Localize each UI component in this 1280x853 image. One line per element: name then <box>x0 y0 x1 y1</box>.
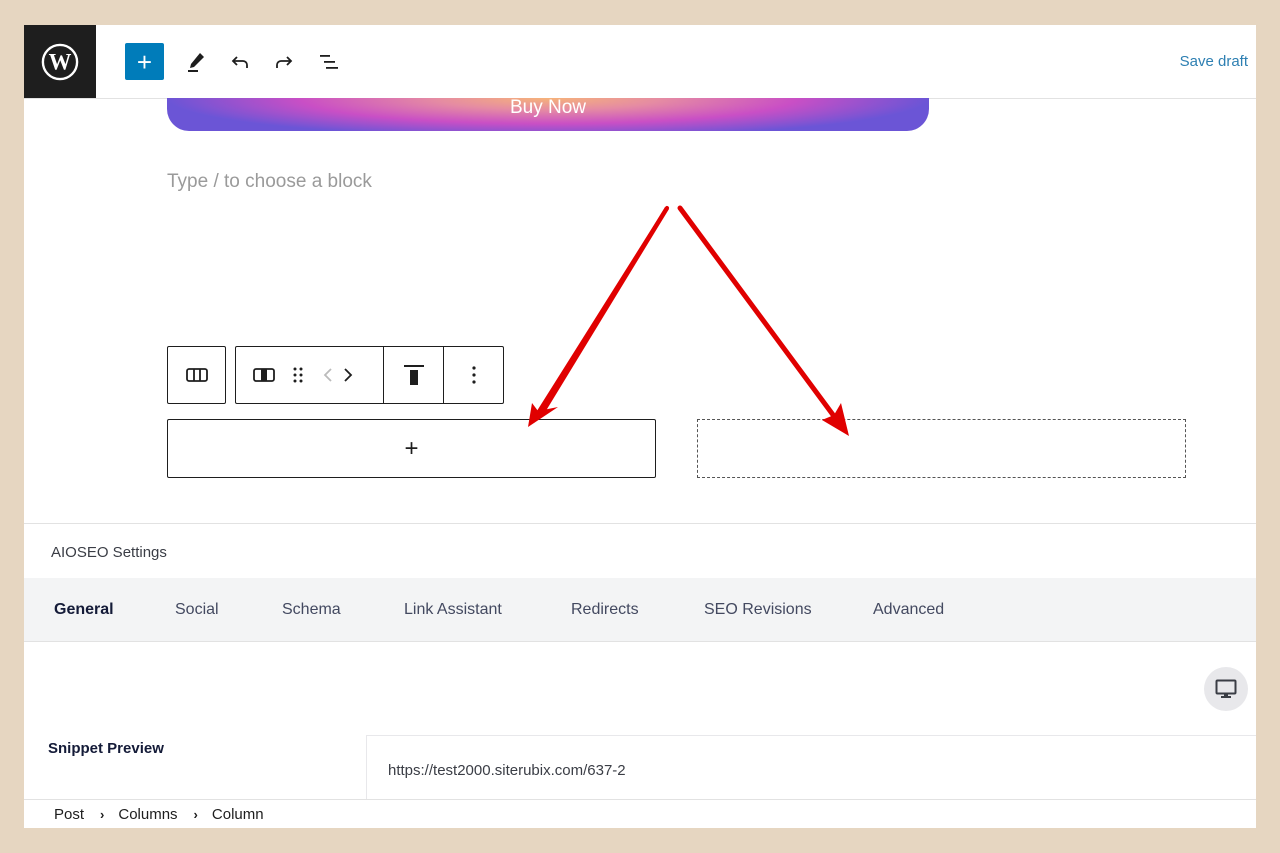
arrow-left-icon <box>528 206 669 427</box>
align-top-icon <box>403 365 424 385</box>
undo-icon <box>231 56 248 68</box>
plus-icon: + <box>404 434 419 462</box>
tab-seo-revisions[interactable]: SEO Revisions <box>704 601 812 619</box>
more-options-button[interactable] <box>444 347 503 403</box>
plus-icon: + <box>136 46 153 77</box>
move-left-button[interactable] <box>318 347 338 403</box>
buy-now-label: Buy Now <box>509 96 587 118</box>
block-breadcrumb: Post › Columns › Column <box>24 799 1256 828</box>
column-left-appender[interactable]: + <box>167 419 656 478</box>
tab-social[interactable]: Social <box>175 601 219 619</box>
editor-window: W + Save draft Buy Now Type / to choose … <box>24 25 1256 828</box>
aioseo-tabs: General Social Schema Link Assistant Red… <box>24 578 1256 642</box>
redo-icon <box>276 56 293 68</box>
wordpress-logo-button[interactable]: W <box>24 25 96 98</box>
tab-link-assistant[interactable]: Link Assistant <box>404 601 502 619</box>
columns-icon <box>185 368 208 382</box>
breadcrumb-column: Column <box>211 805 264 823</box>
breadcrumb-post[interactable]: Post <box>54 806 84 823</box>
arrow-right-icon <box>677 205 849 436</box>
tab-redirects[interactable]: Redirects <box>571 601 639 619</box>
wordpress-logo-icon: W <box>41 43 79 80</box>
tab-advanced[interactable]: Advanced <box>873 601 944 619</box>
editor-header: W + Save draft <box>24 25 1256 99</box>
move-right-button[interactable] <box>338 347 358 403</box>
block-placeholder[interactable]: Type / to choose a block <box>167 171 372 193</box>
more-vertical-icon <box>471 366 476 384</box>
redo-button[interactable] <box>269 47 299 77</box>
add-block-button[interactable]: + <box>125 43 164 80</box>
aioseo-panel-header[interactable]: AIOSEO Settings <box>24 523 1256 579</box>
snippet-preview-box: https://test2000.siterubix.com/637-2 <box>366 735 1256 807</box>
breadcrumb-columns[interactable]: Columns <box>118 806 177 823</box>
select-parent-columns-button[interactable] <box>168 347 225 403</box>
svg-text:W: W <box>49 49 72 74</box>
select-parent-group <box>167 346 226 404</box>
pencil-icon <box>188 53 204 72</box>
document-overview-button[interactable] <box>314 47 344 77</box>
list-view-icon <box>320 55 338 69</box>
drag-handle-icon <box>293 367 303 383</box>
buy-now-button[interactable]: Buy Now <box>167 96 929 131</box>
desktop-icon <box>1215 679 1237 698</box>
tools-button[interactable] <box>181 47 211 77</box>
drag-handle[interactable] <box>284 347 312 403</box>
block-toolbar <box>235 346 504 404</box>
tab-general[interactable]: General <box>54 601 114 619</box>
snippet-preview-label: Snippet Preview <box>48 740 164 757</box>
chevron-right-icon <box>344 368 353 382</box>
preview-device-toggle[interactable] <box>1204 667 1248 711</box>
undo-button[interactable] <box>225 47 255 77</box>
column-right-placeholder[interactable] <box>697 419 1186 478</box>
vertical-align-button[interactable] <box>384 347 443 403</box>
chevron-right-icon: › <box>100 806 105 822</box>
column-block-button[interactable] <box>244 347 284 403</box>
aioseo-title: AIOSEO Settings <box>51 544 167 561</box>
chevron-left-icon <box>323 368 332 382</box>
tab-schema[interactable]: Schema <box>282 601 341 619</box>
column-icon <box>253 368 275 382</box>
chevron-right-icon: › <box>193 806 198 822</box>
save-draft-button[interactable]: Save draft <box>1180 53 1248 70</box>
snippet-url: https://test2000.siterubix.com/637-2 <box>388 762 626 779</box>
